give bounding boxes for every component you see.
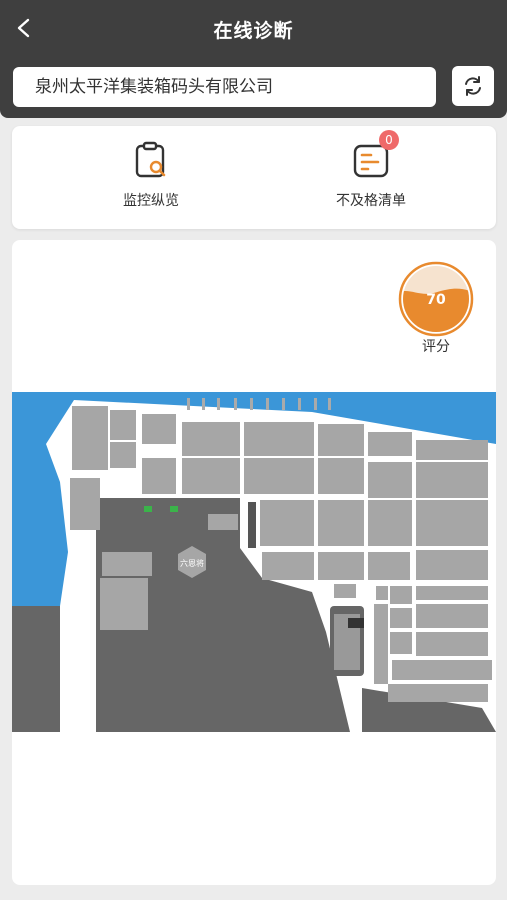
page-title: 在线诊断 (213, 20, 294, 42)
warehouse-block (368, 462, 412, 498)
warehouse-block (376, 586, 388, 600)
warehouse-block (416, 462, 488, 498)
warehouse-block (390, 632, 412, 654)
refresh-icon (465, 76, 481, 96)
warehouse-block (388, 684, 488, 702)
hexagon-label: 六恩将 (180, 558, 204, 568)
warehouse-block (334, 584, 356, 598)
warehouse-block (244, 458, 314, 494)
score-value: 70 (426, 292, 446, 308)
warehouse-block (368, 432, 412, 456)
monitor-overview-button[interactable]: 监控纵览 (76, 140, 226, 210)
warehouse-block (260, 500, 314, 546)
warehouse-block (318, 458, 364, 494)
warehouse-block (390, 608, 412, 628)
list-icon: 0 (351, 130, 399, 180)
failed-list-button[interactable]: 0 不及格清单 (296, 130, 446, 210)
equipment-block (348, 618, 364, 628)
score-gauge: 70 (398, 261, 474, 337)
green-marker (170, 506, 178, 512)
warehouse-block (416, 604, 488, 628)
warehouse-block (318, 424, 364, 456)
warehouse-block (208, 514, 238, 530)
warehouse-block (416, 440, 488, 460)
warehouse-block (70, 478, 100, 530)
warehouse-block (142, 414, 176, 444)
warehouse-block (368, 552, 410, 580)
warehouse-block (416, 632, 488, 656)
diagnosis-card: 70 评分 六恩将 (12, 240, 496, 885)
warehouse-block (368, 500, 412, 546)
top-bar: 在线诊断 泉州太平洋集装箱码头有限公司 (0, 0, 507, 118)
clipboard-search-icon (131, 140, 171, 180)
score-label: 评分 (422, 339, 450, 355)
warehouse-block (390, 586, 412, 604)
warehouse-block (182, 458, 240, 494)
warehouse-block (318, 552, 364, 580)
company-selector[interactable]: 泉州太平洋集装箱码头有限公司 (13, 67, 436, 107)
warehouse-block (392, 660, 492, 680)
failed-list-label: 不及格清单 (336, 193, 406, 209)
warehouse-block (416, 550, 488, 580)
warehouse-block (102, 552, 152, 576)
warehouse-block (416, 586, 488, 600)
company-name: 泉州太平洋集装箱码头有限公司 (35, 77, 273, 97)
warehouse-block (110, 442, 136, 468)
warehouse-block (100, 578, 148, 630)
failed-count-badge: 0 (379, 130, 399, 150)
warehouse-block (72, 406, 108, 470)
warehouse-block (262, 552, 314, 580)
monitor-overview-label: 监控纵览 (123, 193, 179, 209)
warehouse-block (244, 422, 314, 456)
warehouse-block (374, 604, 388, 684)
green-marker (144, 506, 152, 512)
warehouse-block (110, 410, 136, 440)
warehouse-block (142, 458, 176, 494)
warehouse-block (416, 500, 488, 546)
warehouse-block (248, 502, 256, 548)
terminal-map[interactable]: 六恩将 (12, 392, 496, 732)
warehouse-block (318, 500, 364, 546)
refresh-button[interactable] (452, 66, 494, 106)
warehouse-block (182, 422, 240, 456)
dark-zone-left (12, 606, 60, 732)
nav-card: 监控纵览 0 不及格清单 (12, 126, 496, 229)
